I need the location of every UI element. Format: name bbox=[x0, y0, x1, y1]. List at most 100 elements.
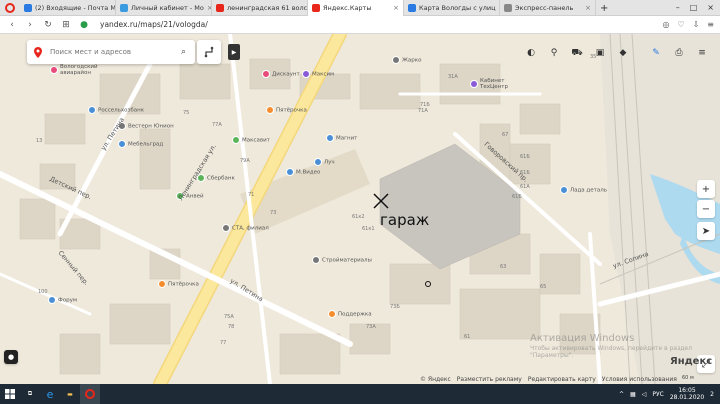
opera-taskbar-icon[interactable] bbox=[80, 384, 100, 404]
tab-close-icon[interactable]: × bbox=[204, 4, 211, 12]
zoom-in-button[interactable]: + bbox=[697, 180, 715, 198]
map-graphics bbox=[0, 34, 720, 384]
bus-icon[interactable]: ▣ bbox=[592, 44, 608, 62]
collapse-panel-button[interactable]: ▶ bbox=[228, 44, 240, 60]
poi-sta[interactable]: СТА, филиал bbox=[222, 224, 269, 232]
map-search-input[interactable] bbox=[50, 48, 168, 56]
furniture-icon bbox=[118, 140, 126, 148]
tab-close-icon[interactable]: × bbox=[390, 4, 399, 12]
poi-aviarayon[interactable]: Вологодский авиарайон bbox=[50, 64, 98, 76]
menu-icon[interactable]: ≡ bbox=[707, 20, 714, 29]
zoom-out-button[interactable]: − bbox=[697, 200, 715, 218]
close-window-icon[interactable]: × bbox=[707, 3, 714, 12]
tab-search[interactable]: ленинградская 61 волс× bbox=[212, 0, 308, 16]
edit-map-link[interactable]: Редактировать карту bbox=[528, 376, 596, 383]
download-icon[interactable]: ⇩ bbox=[693, 20, 700, 29]
traffic-car-icon[interactable]: ⛟ bbox=[569, 44, 585, 62]
yandex-logo: Яндекс bbox=[670, 356, 713, 367]
poi-sberbank[interactable]: Сбербанк bbox=[197, 174, 235, 182]
house-number: 71А bbox=[418, 108, 428, 114]
tab-cabinet[interactable]: Личный кабинет - Мо× bbox=[116, 0, 212, 16]
task-view-icon[interactable]: ⧉ bbox=[20, 384, 40, 404]
notifications-icon[interactable]: 2 bbox=[710, 391, 714, 398]
maximize-icon[interactable]: □ bbox=[690, 3, 698, 12]
map-icon bbox=[408, 4, 416, 12]
poi-maxim[interactable]: Максим bbox=[302, 70, 334, 78]
terms-link[interactable]: Условия использования bbox=[602, 376, 677, 383]
poi-forum[interactable]: Форум bbox=[48, 296, 77, 304]
windows-start-icon[interactable] bbox=[0, 384, 20, 404]
house-number: 79А bbox=[240, 158, 250, 164]
tab-mail[interactable]: (2) Входящие - Почта М× bbox=[20, 0, 116, 16]
shop-icon bbox=[326, 134, 334, 142]
map-pin-icon bbox=[312, 4, 320, 12]
menu-icon[interactable]: ≡ bbox=[694, 44, 710, 62]
poi-kabinet-techcenter[interactable]: Кабинет ТехЦентр bbox=[470, 78, 508, 90]
support-icon bbox=[328, 310, 336, 318]
poi-discount[interactable]: Дискаунт bbox=[262, 70, 300, 78]
map-scale: 60 м bbox=[682, 375, 694, 381]
house-number: 75А bbox=[224, 314, 234, 320]
poi-maksavit[interactable]: Максавит bbox=[232, 136, 270, 144]
poi-western-union[interactable]: Вестерн Юнион bbox=[118, 122, 174, 130]
feedback-button[interactable]: ● bbox=[4, 350, 18, 364]
yandex-icon bbox=[216, 4, 224, 12]
reload-icon[interactable]: ↻ bbox=[42, 20, 54, 30]
poi-stroymaterialy[interactable]: Стройматериалы bbox=[312, 256, 372, 264]
house-number: 61Б bbox=[520, 154, 530, 160]
clock[interactable]: 16:05 28.01.2020 bbox=[670, 387, 704, 401]
bike-icon[interactable]: ⚲ bbox=[546, 44, 562, 62]
advertise-link[interactable]: Разместить рекламу bbox=[457, 376, 522, 383]
poi-pyaterochka-1[interactable]: Пятёрочка bbox=[266, 106, 307, 114]
opera-menu-icon[interactable] bbox=[0, 0, 20, 15]
back-icon[interactable]: ‹ bbox=[6, 20, 18, 30]
tab-close-icon[interactable]: × bbox=[582, 4, 591, 12]
address-bar-actions: ◎ ♡ ⇩ ≡ bbox=[662, 20, 720, 29]
route-button[interactable] bbox=[197, 40, 221, 64]
poi-luch[interactable]: Луч bbox=[314, 158, 335, 166]
poi-podderzhka[interactable]: Поддержка bbox=[328, 310, 372, 318]
poi-mebelgrad[interactable]: Мебельград bbox=[118, 140, 163, 148]
taxi-icon bbox=[302, 70, 310, 78]
shop-icon bbox=[314, 158, 322, 166]
minimize-icon[interactable]: – bbox=[676, 3, 680, 12]
house-number: 67 bbox=[502, 132, 509, 138]
grid-view-icon[interactable]: ⊞ bbox=[60, 20, 72, 30]
map-canvas[interactable]: Вологодский авиарайон Россельхозбанк Вес… bbox=[0, 34, 720, 384]
poi-rosselhozbank[interactable]: Россельхозбанк bbox=[88, 106, 144, 114]
language-indicator[interactable]: РУС bbox=[652, 391, 663, 398]
heart-icon[interactable]: ♡ bbox=[677, 20, 684, 29]
tray-up-icon[interactable]: ^ bbox=[619, 391, 624, 398]
ruler-icon[interactable]: ✎ bbox=[648, 44, 664, 62]
poi-lada-detal[interactable]: Лада деталь bbox=[560, 186, 607, 194]
geolocation-button[interactable]: ➤ bbox=[697, 222, 715, 240]
volume-icon[interactable]: ◁ bbox=[642, 391, 647, 398]
tab-vologda-map[interactable]: Карта Вологды с улиц× bbox=[404, 0, 500, 16]
network-icon[interactable]: ▦ bbox=[630, 391, 636, 398]
map-search-box: ⌕ bbox=[27, 40, 195, 64]
url-field[interactable]: yandex.ru/maps/21/vologda/ bbox=[100, 20, 208, 29]
forward-icon[interactable]: › bbox=[24, 20, 36, 30]
new-tab-button[interactable]: + bbox=[596, 0, 614, 16]
explorer-folder-icon[interactable]: ▬ bbox=[60, 384, 80, 404]
edge-icon[interactable]: e bbox=[40, 384, 60, 404]
house-number: 61Б bbox=[512, 194, 522, 200]
tab-express-panel[interactable]: Экспресс-панель × bbox=[500, 0, 596, 16]
layers-scheme-icon[interactable]: ◐ bbox=[523, 44, 539, 62]
layers-icon[interactable]: ◆ bbox=[615, 44, 631, 62]
copyright-link[interactable]: © Яндекс bbox=[420, 376, 451, 383]
grid-icon bbox=[504, 4, 512, 12]
print-icon[interactable]: ⎙ bbox=[671, 44, 687, 62]
house-number: 65 bbox=[540, 284, 547, 290]
route-icon bbox=[204, 46, 214, 58]
camera-icon[interactable]: ◎ bbox=[662, 20, 669, 29]
search-icon[interactable]: ⌕ bbox=[181, 47, 186, 57]
pharmacy-icon bbox=[232, 136, 240, 144]
poi-pyaterochka-2[interactable]: Пятёрочка bbox=[158, 280, 199, 288]
poi-zharko[interactable]: Жарко bbox=[392, 56, 421, 64]
house-number: 13 bbox=[36, 138, 43, 144]
tab-yandex-maps[interactable]: Яндекс.Карты × bbox=[308, 0, 404, 16]
poi-magnit[interactable]: Магнит bbox=[326, 134, 357, 142]
house-number: 63 bbox=[500, 264, 507, 270]
poi-mvideo[interactable]: М.Видео bbox=[286, 168, 320, 176]
